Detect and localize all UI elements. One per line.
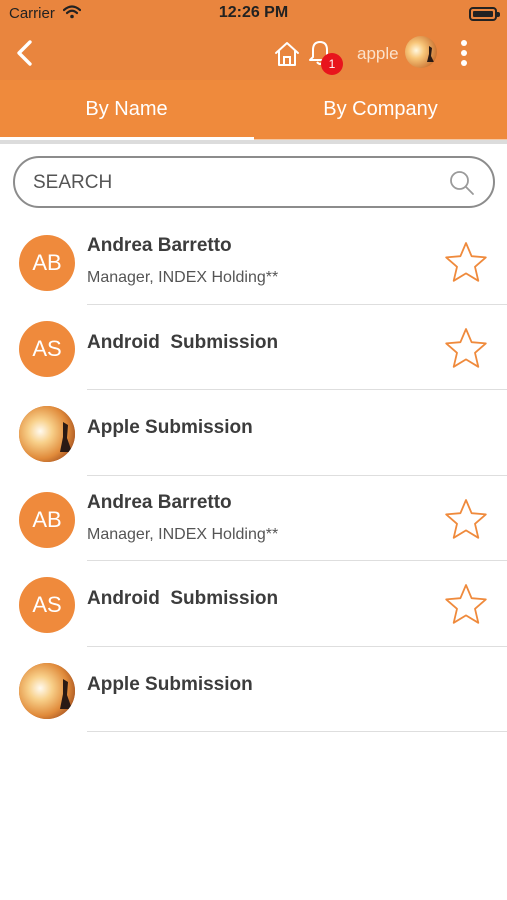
- star-outline-icon[interactable]: [443, 326, 489, 372]
- search-icon[interactable]: [448, 169, 476, 197]
- contact-avatar: AB: [19, 491, 75, 548]
- tab-by-name[interactable]: By Name: [0, 80, 253, 140]
- search-bar: [13, 156, 495, 208]
- tab-bar: By Name By Company: [0, 80, 507, 140]
- contact-name: Andrea Barretto: [87, 235, 232, 256]
- contact-row[interactable]: AB Andrea Barretto Manager, INDEX Holdin…: [0, 219, 507, 305]
- contact-name: Android Submission: [87, 588, 279, 609]
- contact-list: AB Andrea Barretto Manager, INDEX Holdin…: [0, 219, 507, 732]
- contact-row[interactable]: Apple Submission: [0, 647, 507, 732]
- battery-icon: [469, 7, 500, 21]
- star-outline-icon[interactable]: [443, 240, 489, 286]
- avatar-photo: [405, 36, 437, 68]
- status-time: 12:26 PM: [218, 4, 289, 21]
- contact-avatar: AS: [19, 577, 75, 633]
- tab-by-company[interactable]: By Company: [254, 80, 507, 140]
- contact-row[interactable]: AS Android Submission: [0, 561, 507, 647]
- nav-bar: 1 apple: [0, 28, 507, 80]
- contact-name: Android Submission: [87, 331, 279, 353]
- contact-row[interactable]: AS Android Submission: [0, 305, 507, 390]
- contact-name: Apple Submission: [87, 673, 253, 695]
- contact-row[interactable]: Apple Submission: [0, 390, 507, 476]
- contact-avatar: AB: [19, 235, 75, 291]
- search-input[interactable]: [33, 170, 433, 196]
- user-name: apple: [357, 44, 399, 63]
- row-divider: [87, 731, 507, 732]
- contact-name: Apple Submission: [87, 417, 253, 438]
- contact-row[interactable]: AB Andrea Barretto Manager, INDEX Holdin…: [0, 476, 507, 561]
- contact-photo-avatar: [19, 662, 75, 719]
- contact-photo-avatar: [19, 406, 75, 462]
- contact-subtitle: Manager, INDEX Holding**: [87, 269, 279, 286]
- app-header: Carrier 12:26 PM 1 apple: [0, 0, 507, 80]
- notification-badge: 1: [321, 53, 343, 75]
- contact-avatar: AS: [19, 320, 75, 377]
- home-icon[interactable]: [273, 40, 301, 68]
- more-options-icon[interactable]: [452, 38, 476, 68]
- tab-divider: [0, 140, 507, 144]
- back-icon[interactable]: [10, 38, 40, 68]
- contact-name: Andrea Barretto: [87, 491, 232, 513]
- contact-subtitle: Manager, INDEX Holding**: [87, 525, 279, 543]
- status-bar: Carrier 12:26 PM: [0, 0, 507, 28]
- star-outline-icon[interactable]: [443, 582, 489, 628]
- user-avatar[interactable]: [405, 36, 437, 68]
- star-outline-icon[interactable]: [443, 497, 489, 543]
